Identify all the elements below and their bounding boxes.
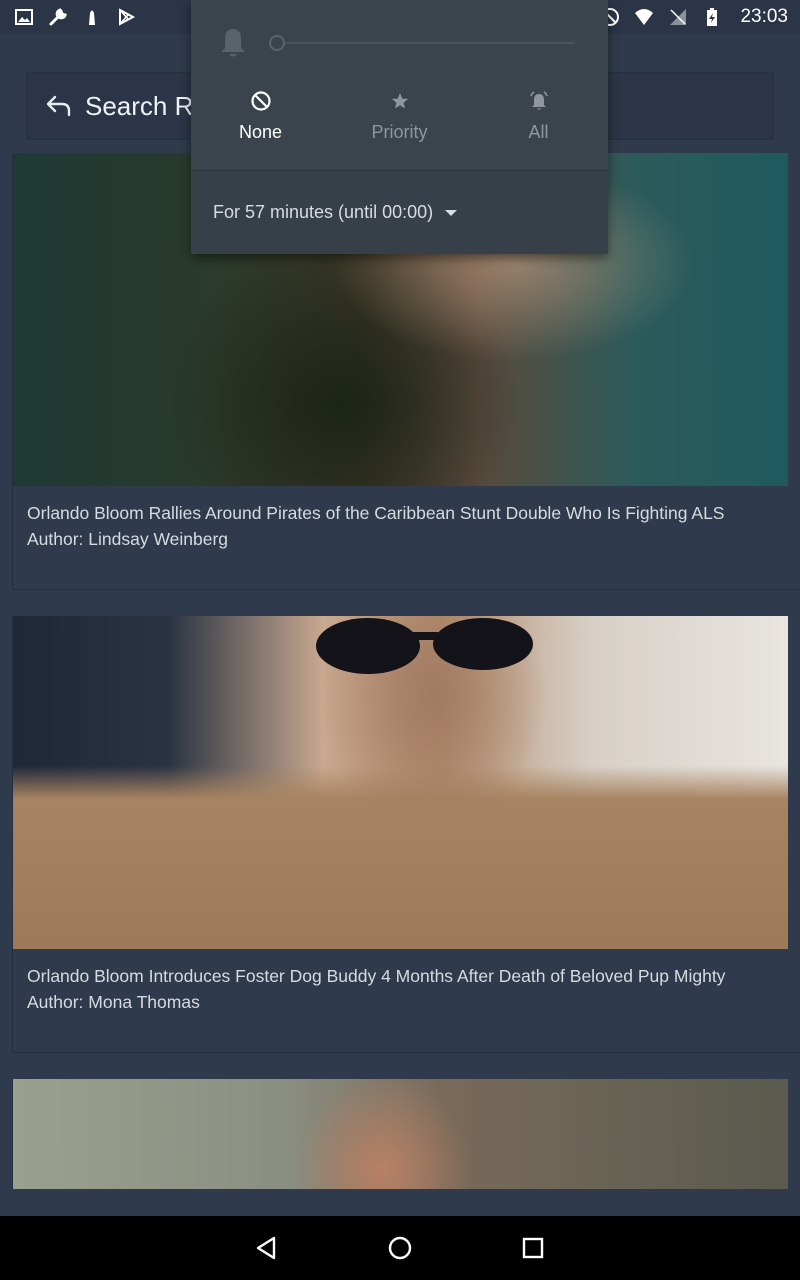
status-left-icons — [14, 7, 136, 27]
back-arrow-icon[interactable] — [43, 91, 73, 121]
article-image — [13, 616, 788, 949]
play-store-icon — [116, 7, 136, 27]
dnd-duration-dropdown[interactable]: For 57 minutes (until 00:00) — [191, 171, 608, 254]
nav-recents-button[interactable] — [518, 1233, 548, 1263]
recents-icon — [523, 1237, 544, 1259]
home-icon — [388, 1236, 412, 1260]
article-title: Orlando Bloom Rallies Around Pirates of … — [27, 503, 725, 523]
dnd-option-label: All — [528, 122, 549, 142]
dnd-controls: None Priority All — [191, 0, 608, 170]
article-card[interactable] — [12, 1079, 800, 1189]
article-card[interactable]: Orlando Bloom Introduces Foster Dog Budd… — [12, 616, 800, 1053]
dnd-option-priority[interactable]: Priority — [330, 90, 469, 143]
block-icon — [250, 91, 271, 111]
dnd-option-label: None — [238, 122, 283, 142]
dnd-duration-label: For 57 minutes (until 00:00) — [213, 202, 434, 222]
volume-slider-thumb[interactable] — [269, 35, 285, 51]
nav-back-button[interactable] — [252, 1233, 282, 1263]
search-query: Search R — [85, 90, 194, 121]
back-icon — [256, 1236, 275, 1260]
status-time: 23:03 — [740, 6, 788, 27]
volume-slider-track[interactable] — [269, 42, 575, 44]
article-image — [13, 1079, 788, 1189]
bell-icon — [221, 29, 245, 57]
star-icon — [391, 93, 408, 109]
dropdown-caret-icon — [445, 209, 458, 216]
wrench-icon — [48, 7, 68, 27]
dnd-panel: None Priority All For 57 minutes (until … — [191, 0, 608, 254]
dnd-option-all[interactable]: All — [469, 90, 608, 143]
article-title: Orlando Bloom Introduces Foster Dog Budd… — [27, 966, 726, 986]
alarm-bell-icon — [529, 91, 548, 110]
tower-icon — [82, 7, 102, 27]
dnd-option-label: Priority — [371, 122, 428, 142]
dnd-option-none[interactable]: None — [191, 90, 330, 143]
no-signal-icon — [668, 7, 688, 27]
wifi-icon — [634, 7, 654, 27]
nav-home-button[interactable] — [385, 1233, 415, 1263]
navigation-bar — [0, 1216, 800, 1280]
dnd-options: None Priority All — [191, 90, 608, 143]
image-icon — [14, 7, 34, 27]
sunglasses-shape — [316, 618, 533, 674]
article-author: Author: Lindsay Weinberg — [27, 529, 229, 549]
battery-icon — [702, 7, 722, 27]
article-author: Author: Mona Thomas — [27, 992, 200, 1012]
status-right-icons: 23:03 — [600, 6, 788, 28]
